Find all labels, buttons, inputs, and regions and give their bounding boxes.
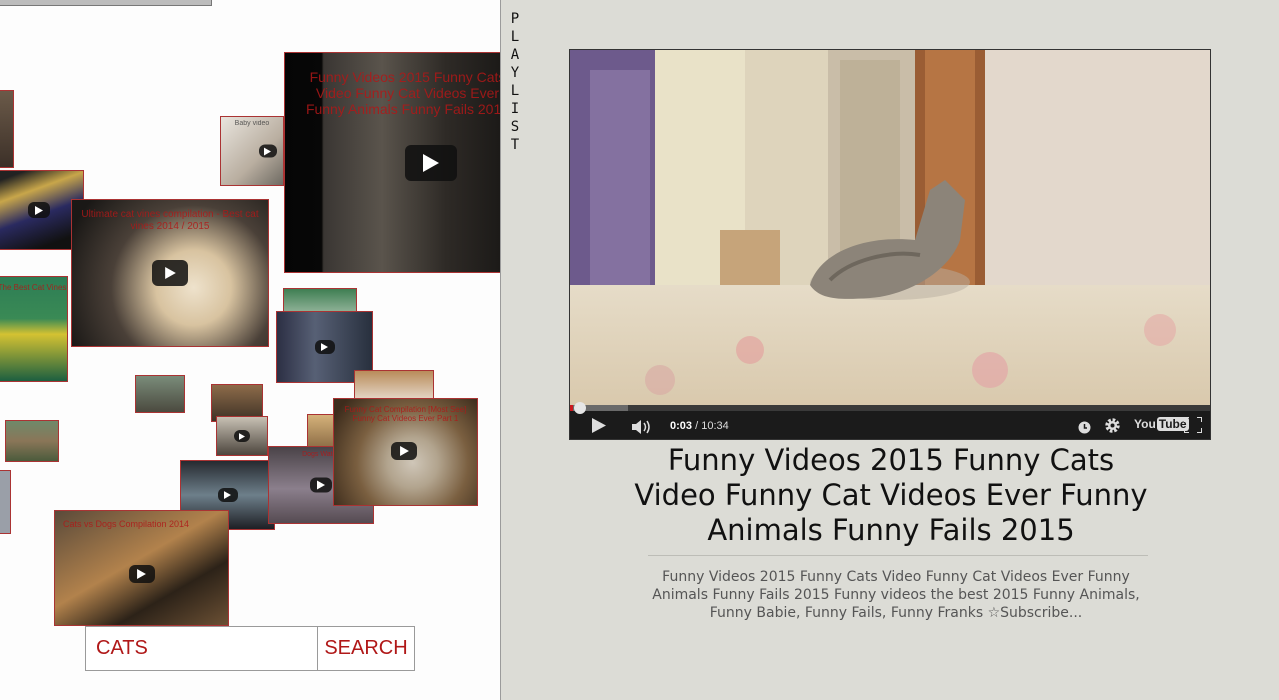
video-cloud: The Best Cat Vines Baby video Dogs Watch…	[0, 0, 500, 700]
search-bar: SEARCH	[85, 626, 415, 671]
thumbnail-caption: The Best Cat Vines	[0, 283, 67, 292]
play-icon	[152, 260, 188, 286]
play-icon	[405, 144, 458, 181]
playlist-tab-letter: T	[510, 137, 520, 153]
playlist-tab-letter: A	[510, 47, 520, 63]
video-thumbnail[interactable]: Baby video	[220, 116, 284, 186]
volume-icon	[632, 420, 650, 434]
time-display: 0:03 / 10:34	[670, 420, 729, 432]
playlist-tab[interactable]: P L A Y L I S T	[509, 10, 521, 154]
play-icon	[592, 418, 606, 433]
clock-icon	[1078, 421, 1091, 434]
player-controls: 0:03 / 10:34 You Tube	[570, 402, 1210, 439]
play-icon	[234, 430, 250, 442]
video-player: 0:03 / 10:34 You Tube	[569, 49, 1211, 440]
video-thumbnail[interactable]: Funny Cat Compilation [Most See] Funny C…	[333, 398, 478, 506]
playlist-tab-letter: Y	[510, 65, 520, 81]
play-icon	[217, 488, 238, 502]
progress-handle[interactable]	[574, 402, 586, 414]
playlist-tab-letter: P	[510, 11, 520, 27]
video-frame-image	[570, 50, 1210, 405]
video-thumbnail[interactable]: Funny Videos 2015 Funny Cats Video Funny…	[284, 52, 500, 273]
play-icon	[258, 144, 277, 158]
thumbnail-caption: Baby video	[234, 120, 270, 127]
video-thumbnail[interactable]	[0, 0, 212, 6]
youtube-logo-button[interactable]: You Tube	[1134, 417, 1189, 431]
thumbnail-caption: Cats vs Dogs Compilation 2014	[63, 519, 190, 529]
video-thumbnail[interactable]: Cats vs Dogs Compilation 2014	[54, 510, 229, 626]
play-icon	[391, 441, 418, 460]
playlist-tab-letter: I	[510, 101, 520, 117]
play-button[interactable]	[592, 418, 606, 437]
title-divider	[648, 555, 1148, 556]
thumbnail-caption: Funny Videos 2015 Funny Cats Video Funny…	[305, 69, 500, 118]
video-thumbnail[interactable]	[216, 416, 268, 456]
video-thumbnail[interactable]	[135, 375, 185, 413]
video-title: Funny Videos 2015 Funny Cats Video Funny…	[634, 443, 1148, 547]
video-thumbnail[interactable]	[5, 420, 59, 462]
thumbnail-caption: Funny Cat Compilation [Most See] Funny C…	[344, 405, 467, 424]
video-thumbnail[interactable]	[354, 370, 434, 400]
play-icon	[314, 340, 335, 354]
player-panel: P L A Y L I S T 0:03 / 10:34 You Tube Fu…	[501, 0, 1279, 700]
search-input[interactable]	[86, 627, 316, 670]
watch-later-button[interactable]	[1078, 419, 1091, 438]
thumbnail-caption: Ultimate cat vines compilation - Best ca…	[81, 209, 259, 232]
playlist-tab-letter: L	[510, 83, 520, 99]
play-icon	[128, 564, 155, 583]
duration: 10:34	[701, 420, 729, 432]
settings-button[interactable]	[1104, 417, 1121, 438]
play-icon	[310, 477, 332, 493]
current-time: 0:03	[670, 420, 693, 432]
video-thumbnail[interactable]	[0, 90, 14, 168]
gear-icon	[1105, 418, 1120, 433]
video-thumbnail[interactable]: Ultimate cat vines compilation - Best ca…	[71, 199, 269, 347]
playlist-tab-letter: L	[510, 29, 520, 45]
fullscreen-button[interactable]	[1183, 416, 1203, 437]
video-description: Funny Videos 2015 Funny Cats Video Funny…	[652, 569, 1140, 621]
video-frame[interactable]	[570, 50, 1210, 405]
video-thumbnail[interactable]	[0, 470, 11, 534]
volume-button[interactable]	[632, 419, 652, 438]
playlist-tab-letter: S	[510, 119, 520, 135]
play-icon	[28, 202, 50, 218]
progress-played	[570, 405, 574, 411]
search-button[interactable]: SEARCH	[317, 627, 414, 670]
video-thumbnail[interactable]: The Best Cat Vines	[0, 276, 68, 382]
youtube-logo-you: You	[1134, 417, 1156, 431]
fullscreen-icon	[1183, 416, 1203, 434]
progress-bar[interactable]	[570, 402, 1210, 414]
